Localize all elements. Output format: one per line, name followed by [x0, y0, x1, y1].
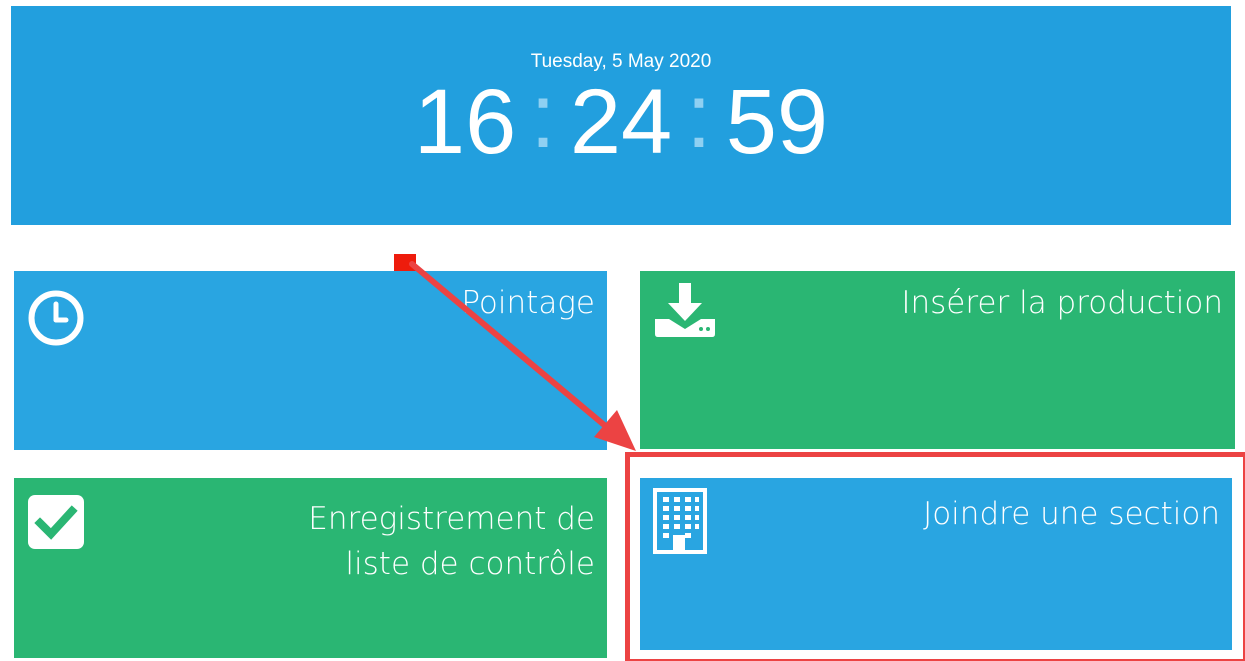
download-tray-icon — [653, 281, 717, 344]
tile-label-line: Enregistrement de — [308, 501, 595, 537]
clock-panel: Tuesday, 5 May 2020 16:24:59 — [11, 6, 1231, 225]
tile-label: Pointage — [461, 285, 595, 321]
clock-time: 16:24:59 — [11, 66, 1231, 173]
highlight-box — [625, 452, 1245, 661]
clock-minutes: 24 — [569, 71, 673, 173]
checkbox-icon — [27, 494, 85, 555]
tile-inserer-la-production[interactable]: Insérer la production — [640, 271, 1235, 449]
tile-enregistrement-liste-de-controle[interactable]: Enregistrement de liste de contrôle — [14, 478, 607, 658]
tile-label: Enregistrement de liste de contrôle — [308, 497, 595, 587]
clock-seconds: 59 — [725, 71, 829, 173]
clock-separator: : — [530, 65, 556, 167]
page: Tuesday, 5 May 2020 16:24:59 Pointage In… — [0, 0, 1245, 661]
tile-label: Insérer la production — [901, 285, 1223, 321]
tile-pointage[interactable]: Pointage — [14, 271, 607, 450]
clock-date: Tuesday, 5 May 2020 — [530, 51, 712, 72]
clock-hours: 16 — [413, 71, 517, 173]
tile-label-line: liste de contrôle — [345, 546, 595, 582]
clock-separator: : — [686, 65, 712, 167]
annotation-start-marker — [394, 254, 416, 271]
clock-icon — [27, 289, 85, 352]
